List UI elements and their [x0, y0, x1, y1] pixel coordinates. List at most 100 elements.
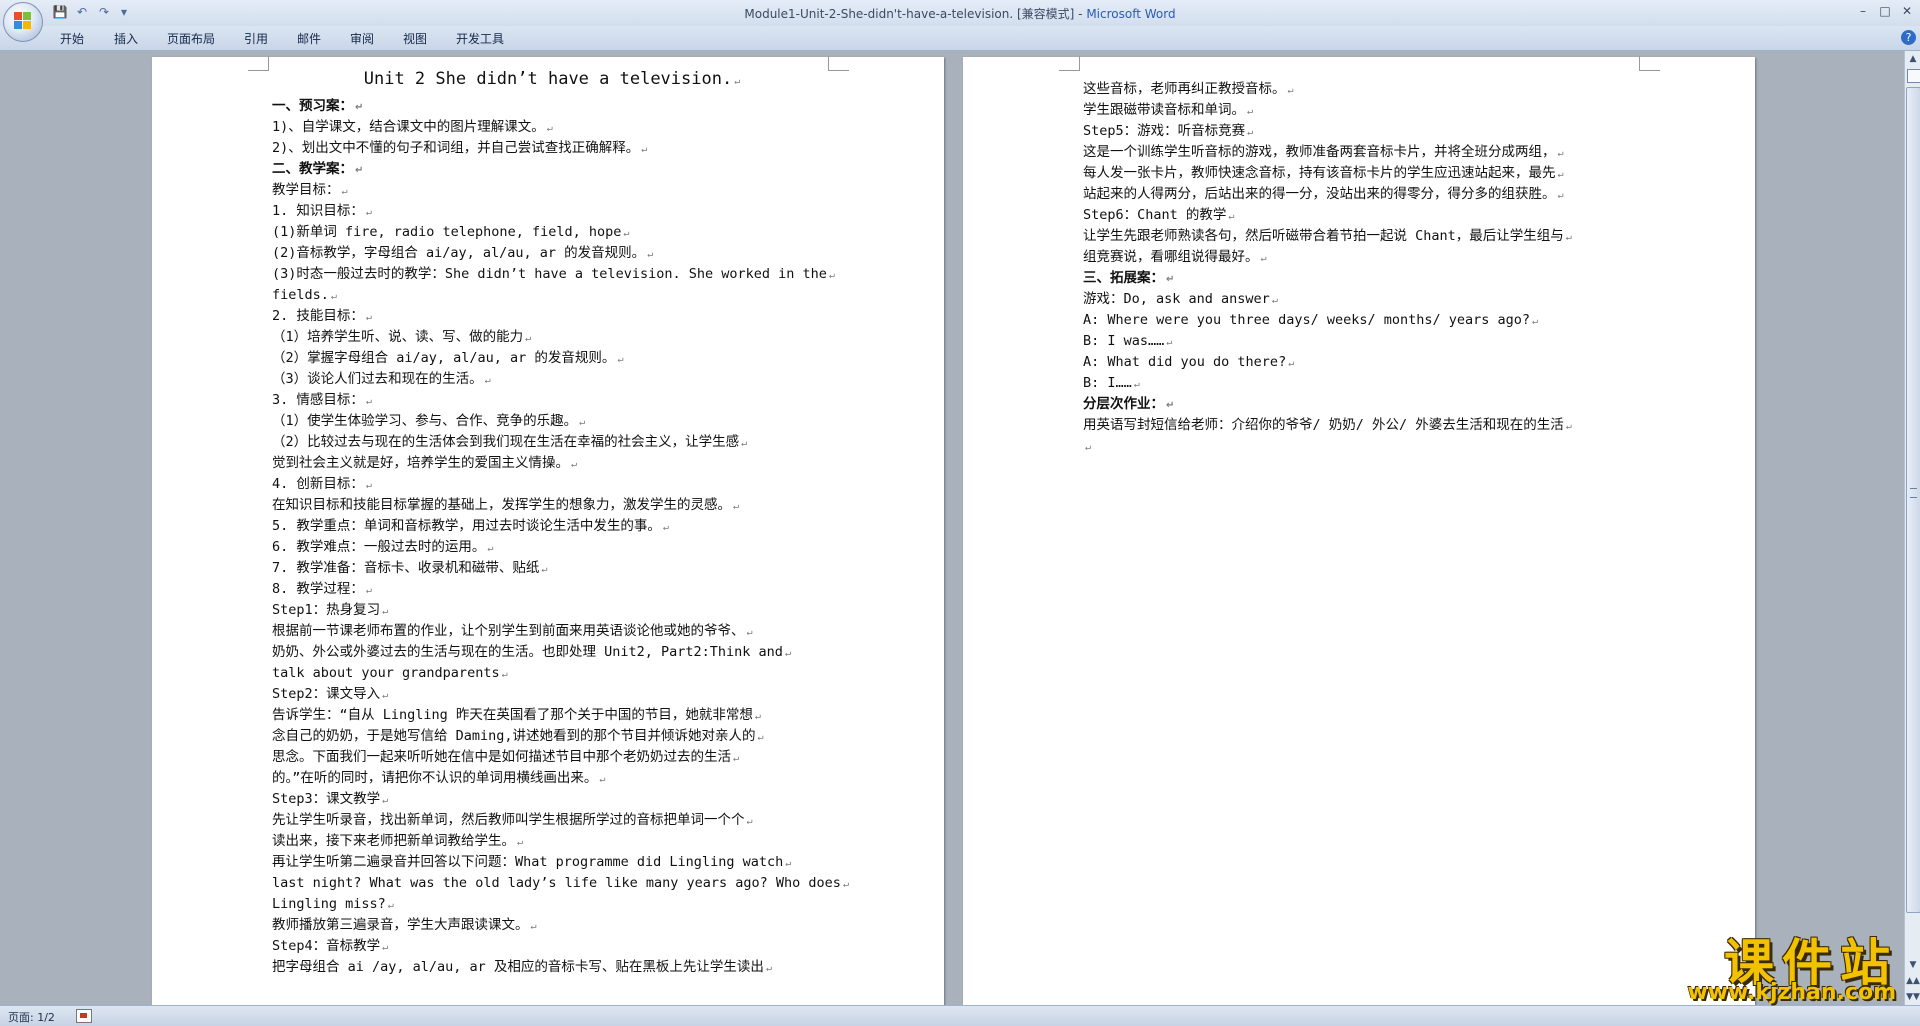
close-button[interactable]: ✕	[1896, 2, 1918, 20]
paragraph-line[interactable]: 二、教学案： ↵	[272, 159, 832, 180]
paragraph-line[interactable]: last night? What was the old lady’s life…	[272, 873, 849, 894]
paragraph-line[interactable]: （1）使学生体验学习、参与、合作、竞争的乐趣。 ↵	[272, 411, 832, 432]
paragraph-line[interactable]: ↵	[1083, 436, 1643, 457]
paragraph-line[interactable]: （2）比较过去与现在的生活体会到我们现在生活在幸福的社会主义，让学生感 ↵	[272, 432, 832, 453]
scroll-thumb[interactable]	[1906, 87, 1920, 913]
paragraph-line[interactable]: 这是一个训练学生听音标的游戏，教师准备两套音标卡片，并将全班分成两组， ↵	[1083, 142, 1643, 163]
next-page-icon[interactable]: ▼▼	[1905, 989, 1920, 1005]
document-page-2[interactable]: 这些音标，老师再纠正教授音标。 ↵ 学生跟磁带读音标和单词。 ↵ Step5：游戏：听音…	[963, 56, 1755, 1005]
paragraph-line[interactable]: 再让学生听第二遍录音并回答以下问题：What programme did Lin…	[272, 852, 832, 873]
paragraph-line[interactable]: 8. 教学过程： ↵	[272, 579, 832, 600]
paragraph-line[interactable]: 根据前一节课老师布置的作业，让个别学生到前面来用英语谈论他或她的爷爷、 ↵	[272, 621, 832, 642]
paragraph-line[interactable]: 让学生先跟老师熟读各句，然后听磁带合着节拍一起说 Chant，最后让学生组与 ↵	[1083, 226, 1643, 247]
paragraph-line[interactable]: 游戏：Do, ask and answer ↵	[1083, 289, 1643, 310]
tab-mailings[interactable]: 邮件	[297, 30, 321, 47]
maximize-button[interactable]: □	[1874, 2, 1896, 20]
paragraph-line[interactable]: 每人发一张卡片，教师快速念音标，持有该音标卡片的学生应迅速站起来，最先 ↵	[1083, 163, 1643, 184]
paragraph-line[interactable]: （3）谈论人们过去和现在的生活。 ↵	[272, 369, 832, 390]
page-2-text[interactable]: 这些音标，老师再纠正教授音标。 ↵ 学生跟磁带读音标和单词。 ↵ Step5：游戏：听音…	[1083, 79, 1643, 457]
document-page-1[interactable]: Unit 2 She didn’t have a television. ↵ 一、预…	[152, 56, 944, 1005]
tab-references[interactable]: 引用	[244, 30, 268, 47]
line-text: 6. 教学难点：一般过去时的运用。	[272, 539, 486, 555]
paragraph-line[interactable]: 告诉学生：“自从 Lingling 昨天在英国看了那个关于中国的节目，她就非常想…	[272, 705, 832, 726]
watermark-url: www.kjzhan.com	[1687, 980, 1896, 1005]
paragraph-mark-icon: ↵	[330, 291, 337, 302]
paragraph-line[interactable]: 的。”在听的同时，请把你不认识的单词用横线画出来。 ↵	[272, 768, 832, 789]
line-text: （1）使学生体验学习、参与、合作、竞争的乐趣。	[272, 413, 578, 429]
vertical-scrollbar[interactable]: ▲ ▼ ▲▲ ▼▼	[1904, 51, 1920, 1005]
paragraph-mark-icon: ↵	[1532, 316, 1539, 327]
paragraph-line[interactable]: 3. 情感目标： ↵	[272, 390, 832, 411]
paragraph-mark-icon: ↵	[1271, 295, 1278, 306]
tab-insert[interactable]: 插入	[114, 30, 138, 47]
paragraph-line[interactable]: A: What did you do there? ↵	[1083, 352, 1643, 373]
paragraph-line[interactable]: 先让学生听录音，找出新单词，然后教师叫学生根据所学过的音标把单词一个个 ↵	[272, 810, 832, 831]
paragraph-line[interactable]: 教师播放第三遍录音，学生大声跟读课文。 ↵	[272, 915, 832, 936]
paragraph-line[interactable]: Step4：音标教学 ↵	[272, 936, 832, 957]
paragraph-line[interactable]: B: I…… ↵	[1083, 373, 1643, 394]
ruler-toggle-icon[interactable]	[1907, 69, 1920, 83]
paragraph-line[interactable]: 2)、划出文中不懂的句子和词组，并自己尝试查找正确解释。 ↵	[272, 138, 832, 159]
paragraph-line[interactable]: Step3：课文教学 ↵	[272, 789, 832, 810]
paragraph-line[interactable]: 这些音标，老师再纠正教授音标。 ↵	[1083, 79, 1643, 100]
paragraph-line[interactable]: 教学目标： ↵	[272, 180, 832, 201]
paragraph-line[interactable]: fields. ↵	[272, 285, 832, 306]
line-text: Step2：课文导入	[272, 686, 381, 702]
paragraph-line[interactable]: 站起来的人得两分，后站出来的得一分，没站出来的得零分，得分多的组获胜。 ↵	[1083, 184, 1643, 205]
paragraph-line[interactable]: A: Where were you three days/ weeks/ mon…	[1083, 310, 1643, 331]
scroll-up-icon[interactable]: ▲	[1905, 51, 1920, 67]
paragraph-line[interactable]: 用英语写封短信给老师：介绍你的爷爷/ 奶奶/ 外公/ 外婆去生活和现在的生活 ↵	[1083, 415, 1643, 436]
tab-developer[interactable]: 开发工具	[456, 30, 504, 47]
paragraph-line[interactable]: 三、拓展案： ↵	[1083, 268, 1643, 289]
page-count[interactable]: 页面: 1/2	[8, 1009, 55, 1025]
paragraph-line[interactable]: （1）培养学生听、说、读、写、做的能力 ↵	[272, 327, 832, 348]
paragraph-line[interactable]: 读出来，接下来老师把新单词教给学生。 ↵	[272, 831, 832, 852]
paragraph-line[interactable]: 6. 教学难点：一般过去时的运用。 ↵	[272, 537, 832, 558]
paragraph-line[interactable]: (3)时态一般过去时的教学：She didn’t have a televisi…	[272, 264, 835, 285]
line-text: Unit 2 She didn’t have a television.	[363, 69, 733, 89]
minimize-button[interactable]: –	[1852, 2, 1874, 20]
paragraph-line[interactable]: 思念。下面我们一起来听听她在信中是如何描述节目中那个老奶奶过去的生活 ↵	[272, 747, 832, 768]
paragraph-line[interactable]: 奶奶、外公或外婆过去的生活与现在的生活。也即处理 Unit2, Part2:Th…	[272, 642, 832, 663]
paragraph-line[interactable]: 1)、自学课文，结合课文中的图片理解课文。 ↵	[272, 117, 832, 138]
paragraph-line[interactable]: Unit 2 She didn’t have a television. ↵	[272, 64, 832, 94]
tab-view[interactable]: 视图	[403, 30, 427, 47]
paragraph-line[interactable]: 1. 知识目标： ↵	[272, 201, 832, 222]
paragraph-line[interactable]: 4. 创新目标： ↵	[272, 474, 832, 495]
paragraph-line[interactable]: Step1：热身复习 ↵	[272, 600, 832, 621]
tab-home[interactable]: 开始	[60, 30, 84, 47]
paragraph-line[interactable]: 5. 教学重点：单词和音标教学，用过去时谈论生活中发生的事。 ↵	[272, 516, 832, 537]
document-area[interactable]: Unit 2 She didn’t have a television. ↵ 一、预…	[0, 51, 1904, 1005]
paragraph-line[interactable]: 觉到社会主义就是好，培养学生的爱国主义情操。 ↵	[272, 453, 832, 474]
paragraph-line[interactable]: (1)新单词 fire, radio telephone, field, hop…	[272, 222, 832, 243]
office-button[interactable]	[3, 2, 43, 42]
paragraph-line[interactable]: B: I was…… ↵	[1083, 331, 1643, 352]
paragraph-line[interactable]: Step2：课文导入 ↵	[272, 684, 832, 705]
page-1-text[interactable]: Unit 2 She didn’t have a television. ↵ 一、预…	[272, 64, 849, 978]
paragraph-line[interactable]: （2）掌握字母组合 ai/ay, al/au, ar 的发音规则。 ↵	[272, 348, 832, 369]
line-text: 3. 情感目标：	[272, 392, 364, 408]
tab-review[interactable]: 审阅	[350, 30, 374, 47]
paragraph-line[interactable]: 7. 教学准备：音标卡、收录机和磁带、贴纸 ↵	[272, 558, 832, 579]
paragraph-line[interactable]: 学生跟磁带读音标和单词。 ↵	[1083, 100, 1643, 121]
paragraph-line[interactable]: talk about your grandparents ↵	[272, 663, 832, 684]
paragraph-line[interactable]: 一、预习案： ↵	[272, 96, 832, 117]
previous-page-icon[interactable]: ▲▲	[1905, 973, 1920, 989]
paragraph-line[interactable]: 2. 技能目标： ↵	[272, 306, 832, 327]
help-icon[interactable]: ?	[1901, 30, 1916, 45]
paragraph-line[interactable]: Step6：Chant 的教学 ↵	[1083, 205, 1643, 226]
proofing-icon[interactable]	[76, 1009, 92, 1023]
scroll-down-icon[interactable]: ▼	[1905, 957, 1920, 973]
paragraph-line[interactable]: 分层次作业： ↵	[1083, 394, 1643, 415]
paragraph-line[interactable]: (2)音标教学，字母组合 ai/ay, al/au, ar 的发音规则。 ↵	[272, 243, 832, 264]
paragraph-line[interactable]: 在知识目标和技能目标掌握的基础上，发挥学生的想象力，激发学生的灵感。 ↵	[272, 495, 832, 516]
paragraph-line[interactable]: Step5：游戏：听音标竞赛 ↵	[1083, 121, 1643, 142]
paragraph-line[interactable]: 念自己的奶奶，于是她写信给 Daming,讲述她看到的那个节目并倾诉她对亲人的 ↵	[272, 726, 832, 747]
tab-page-layout[interactable]: 页面布局	[167, 30, 215, 47]
line-text: 让学生先跟老师熟读各句，然后听磁带合着节拍一起说 Chant，最后让学生组与	[1083, 228, 1564, 244]
line-text: 的。”在听的同时，请把你不认识的单词用横线画出来。	[272, 770, 598, 786]
paragraph-line[interactable]: 组竞赛说，看哪组说得最好。 ↵	[1083, 247, 1643, 268]
line-text: 1. 知识目标：	[272, 203, 364, 219]
paragraph-line[interactable]: Lingling miss? ↵	[272, 894, 832, 915]
paragraph-line[interactable]: 把字母组合 ai /ay, al/au, ar 及相应的音标卡写、贴在黑板上先让…	[272, 957, 832, 978]
